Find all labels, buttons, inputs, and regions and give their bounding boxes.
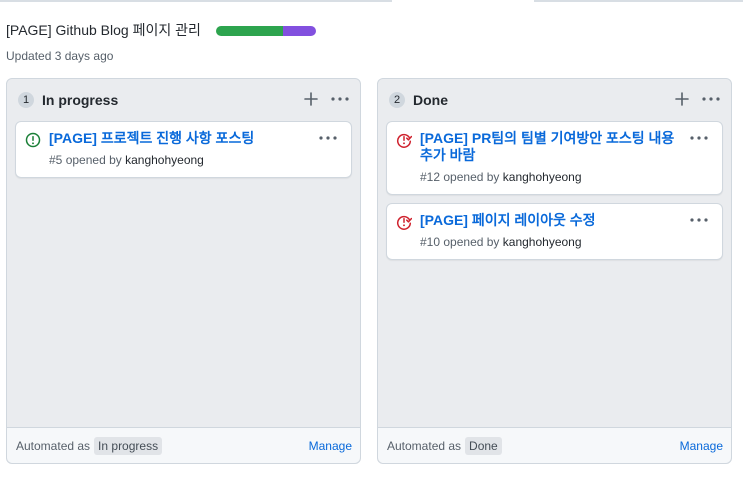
issue-closed-icon (396, 132, 413, 148)
issue-meta: #5 opened by kanghohyeong (49, 153, 204, 167)
automation-badge: In progress (94, 436, 163, 455)
updated-timestamp: Updated 3 days ago (6, 49, 114, 63)
issue-author-link[interactable]: kanghohyeong (503, 170, 582, 184)
issue-opened-icon (25, 132, 41, 148)
kebab-horizontal-icon[interactable] (700, 89, 722, 109)
issue-title-link[interactable]: [PAGE] 프로젝트 진행 사항 포스팅 (49, 130, 311, 147)
tab-bar-divider-right (534, 0, 743, 2)
column-name: In progress (42, 92, 119, 108)
column-header: 1 In progress (7, 79, 360, 121)
tab-bar-divider-left (0, 0, 392, 2)
issue-meta: #12 opened by kanghohyeong (420, 170, 582, 184)
manage-automation-link[interactable]: Manage (309, 439, 352, 453)
progress-in-progress-segment (282, 25, 316, 36)
project-progress-bar (215, 25, 316, 36)
issue-card[interactable]: [PAGE] 페이지 레이아웃 수정 #10 opened by kanghoh… (386, 203, 723, 260)
issue-meta: #10 opened by kanghohyeong (420, 235, 582, 249)
issue-opened-by: opened by (65, 153, 122, 167)
card-menu-icon[interactable] (317, 130, 339, 146)
issue-title-link[interactable]: [PAGE] 페이지 레이아웃 수정 (420, 212, 682, 229)
issue-opened-by: opened by (443, 235, 500, 249)
issue-card[interactable]: [PAGE] PR팀의 팀별 기여방안 포스팅 내용 추가 바람 #12 ope… (386, 121, 723, 195)
issue-title-link[interactable]: [PAGE] PR팀의 팀별 기여방안 포스팅 내용 추가 바람 (420, 130, 682, 164)
issue-number[interactable]: #10 (420, 235, 440, 249)
column-footer: Automated as In progress Manage (7, 427, 360, 463)
issue-author-link[interactable]: kanghohyeong (125, 153, 204, 167)
issue-number[interactable]: #12 (420, 170, 440, 184)
column-footer: Automated as Done Manage (378, 427, 731, 463)
automation-badge: Done (465, 436, 502, 455)
automated-label: Automated as (387, 438, 462, 453)
issue-opened-by: opened by (443, 170, 500, 184)
issue-author-link[interactable]: kanghohyeong (503, 235, 582, 249)
progress-done-segment (215, 25, 283, 36)
automated-label: Automated as (16, 438, 91, 453)
manage-automation-link[interactable]: Manage (680, 439, 723, 453)
card-menu-icon[interactable] (688, 130, 710, 146)
column-count-badge: 2 (389, 92, 405, 108)
kebab-horizontal-icon[interactable] (329, 89, 351, 109)
issue-card[interactable]: [PAGE] 프로젝트 진행 사항 포스팅 #5 opened by kangh… (15, 121, 352, 178)
project-header: [PAGE] Github Blog 페이지 관리 Updated 3 days… (6, 20, 316, 63)
column-name: Done (413, 92, 448, 108)
issue-closed-icon (396, 214, 413, 230)
column-count-badge: 1 (18, 92, 34, 108)
column-done: 2 Done [PAGE] PR팀의 팀별 기여방안 포스팅 내용 추가 바람 … (377, 78, 732, 464)
column-header: 2 Done (378, 79, 731, 121)
plus-icon[interactable] (672, 89, 692, 109)
plus-icon[interactable] (301, 89, 321, 109)
column-in-progress: 1 In progress [PAGE] 프로젝트 진행 사항 포스팅 #5 o… (6, 78, 361, 464)
card-menu-icon[interactable] (688, 212, 710, 228)
project-title: [PAGE] Github Blog 페이지 관리 (6, 22, 201, 38)
issue-number[interactable]: #5 (49, 153, 62, 167)
